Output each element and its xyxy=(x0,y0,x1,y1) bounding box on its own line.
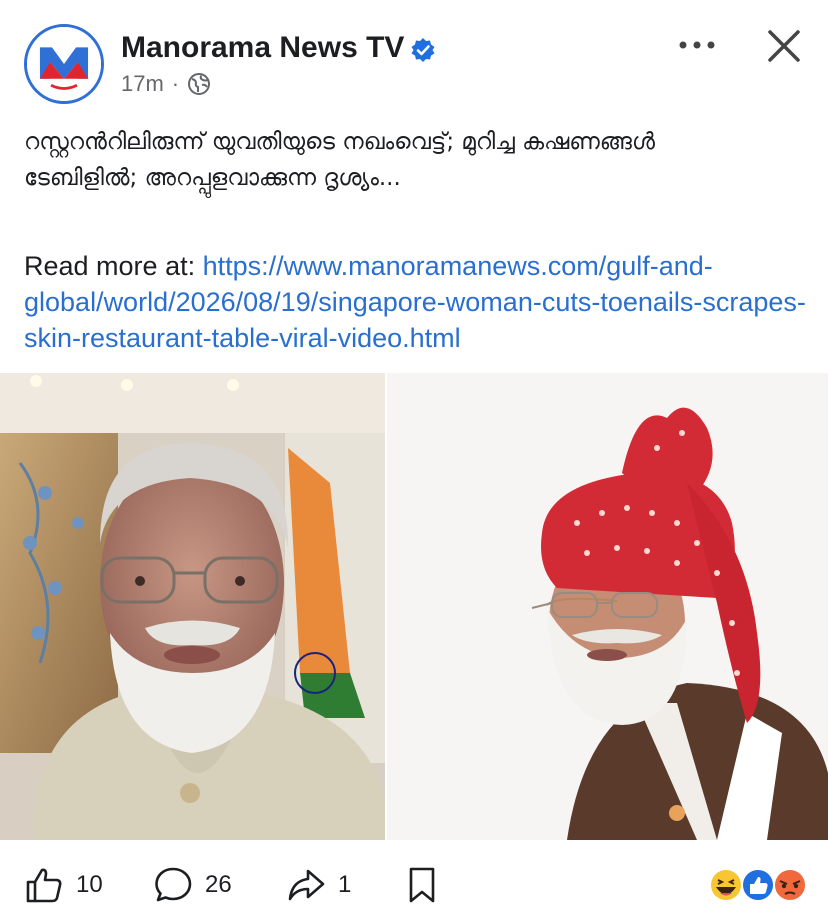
manorama-logo-icon xyxy=(27,27,101,101)
comment-icon xyxy=(155,867,192,901)
thumbs-up-icon xyxy=(26,868,62,902)
post-text-line-2: ടേബിളിൽ; അറപ്പുളവാക്കുന്ന ദൃശ്യം... xyxy=(24,165,401,191)
globe-icon xyxy=(188,73,211,95)
bookmark-icon xyxy=(409,867,435,902)
like-reaction-icon xyxy=(741,868,775,902)
post-photos[interactable] xyxy=(0,373,828,840)
photo-right[interactable] xyxy=(387,373,828,840)
like-count: 10 xyxy=(76,870,103,898)
page-name[interactable]: Manorama News TV xyxy=(121,31,404,65)
read-more-label: Read more at: xyxy=(24,251,203,281)
page-avatar[interactable] xyxy=(24,24,104,104)
comment-count: 26 xyxy=(205,870,232,898)
post-message: റസ്റ്ററൻറിലിരുന്ന് യുവതിയുടെ നഖംവെട്ട്; … xyxy=(24,124,814,196)
meta-separator: · xyxy=(171,71,180,96)
like-button[interactable]: 10 xyxy=(24,852,103,917)
post-header: Manorama News TV 17m · xyxy=(0,0,828,110)
haha-reaction-icon xyxy=(709,868,743,902)
close-icon[interactable] xyxy=(764,26,804,66)
photo-man-in-turban xyxy=(387,373,828,840)
post-actions: 10 26 1 xyxy=(0,852,828,917)
angry-reaction-icon xyxy=(773,868,807,902)
post-time[interactable]: 17m xyxy=(121,71,164,97)
save-button[interactable] xyxy=(402,852,442,917)
verified-badge-icon xyxy=(411,38,435,62)
post-meta: 17m · xyxy=(121,71,211,97)
more-icon[interactable] xyxy=(676,30,718,60)
reactions-summary[interactable] xyxy=(706,866,810,904)
comment-button[interactable]: 26 xyxy=(153,852,232,917)
share-button[interactable]: 1 xyxy=(286,852,351,917)
photo-left[interactable] xyxy=(0,373,385,840)
photo-man-in-sweater xyxy=(0,373,385,840)
share-count: 1 xyxy=(338,870,352,898)
share-icon xyxy=(288,869,325,900)
post-text-line-1: റസ്റ്ററൻറിലിരുന്ന് യുവതിയുടെ നഖംവെട്ട്; … xyxy=(24,129,655,155)
read-more: Read more at: https://www.manoramanews.c… xyxy=(24,248,814,356)
